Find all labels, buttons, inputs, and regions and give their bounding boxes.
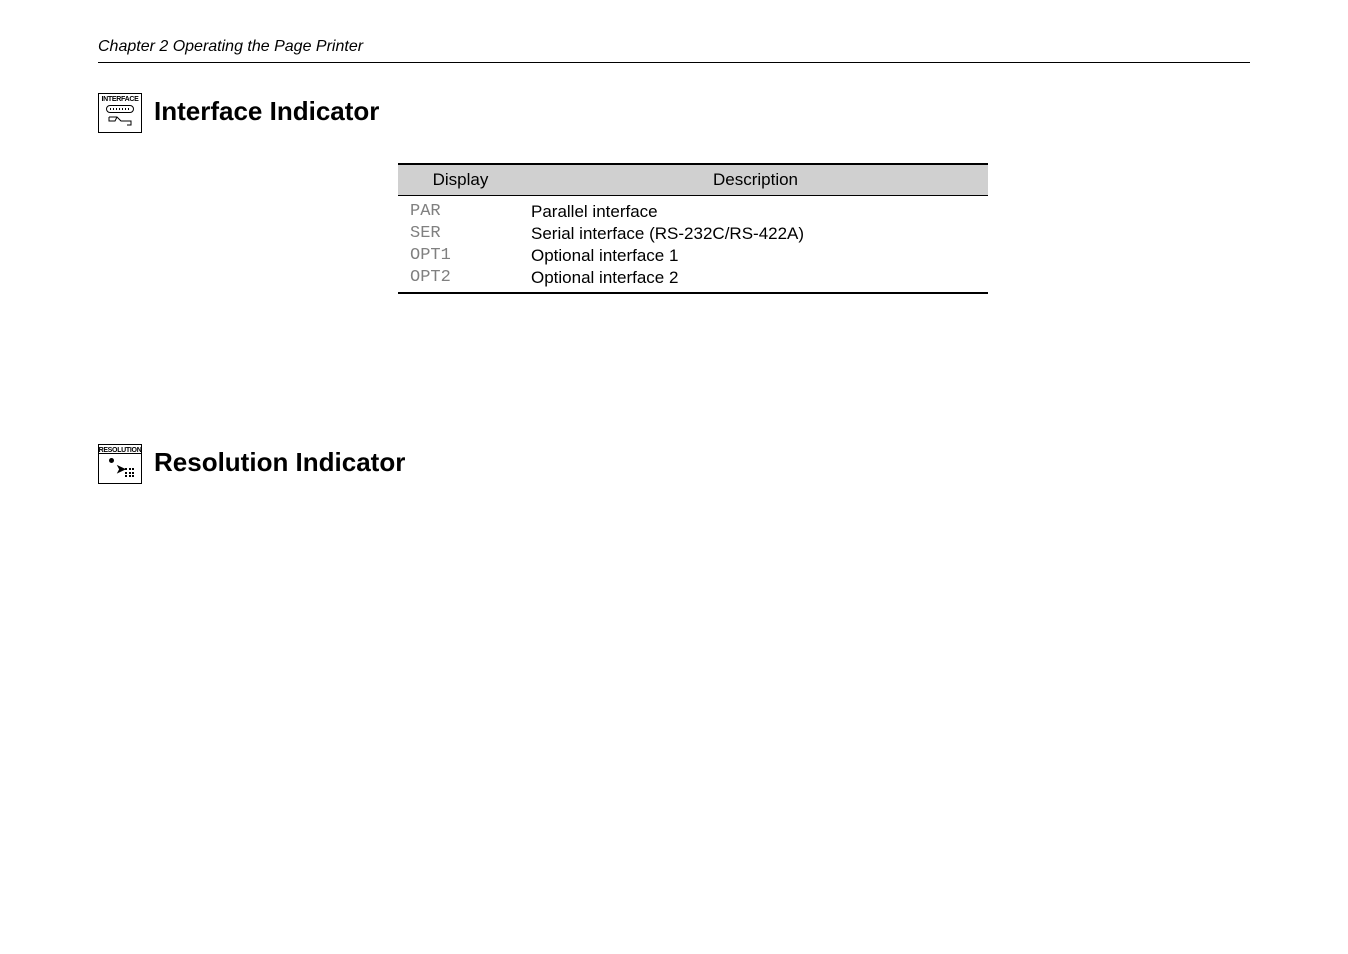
table-cell-description: Serial interface (RS-232C/RS-422A) bbox=[523, 223, 988, 245]
resolution-graphic-icon: ➤ bbox=[105, 458, 135, 478]
table-cell-display: OPT2 bbox=[398, 267, 523, 293]
chapter-header: Chapter 2 Operating the Page Printer bbox=[98, 38, 1250, 56]
table-row: OPT2 Optional interface 2 bbox=[398, 267, 988, 293]
interface-cable-icon bbox=[107, 115, 133, 127]
interface-heading-row: INTERFACE Interface Indicator bbox=[98, 93, 1250, 133]
header-divider bbox=[98, 62, 1250, 63]
interface-connector-icon bbox=[106, 105, 134, 113]
table-cell-display: OPT1 bbox=[398, 245, 523, 267]
table-header-row: Display Description bbox=[398, 164, 988, 196]
interface-table-container: Display Description PAR Parallel interfa… bbox=[398, 163, 1250, 294]
resolution-icon-label: RESOLUTION bbox=[99, 447, 142, 454]
table-row: PAR Parallel interface bbox=[398, 196, 988, 224]
interface-icon-label: INTERFACE bbox=[102, 96, 139, 103]
resolution-section-title: Resolution Indicator bbox=[154, 447, 405, 478]
table-cell-description: Parallel interface bbox=[523, 196, 988, 224]
table-cell-description: Optional interface 2 bbox=[523, 267, 988, 293]
resolution-section: RESOLUTION ➤ Resolution Indicator bbox=[98, 444, 1250, 484]
resolution-heading-row: RESOLUTION ➤ Resolution Indicator bbox=[98, 444, 1250, 484]
table-header-description: Description bbox=[523, 164, 988, 196]
table-row: SER Serial interface (RS-232C/RS-422A) bbox=[398, 223, 988, 245]
interface-icon: INTERFACE bbox=[98, 93, 142, 133]
interface-table: Display Description PAR Parallel interfa… bbox=[398, 163, 988, 294]
interface-section: INTERFACE Interface Indicator Display De… bbox=[98, 93, 1250, 294]
table-cell-display: SER bbox=[398, 223, 523, 245]
table-cell-display: PAR bbox=[398, 196, 523, 224]
resolution-icon: RESOLUTION ➤ bbox=[98, 444, 142, 484]
table-row: OPT1 Optional interface 1 bbox=[398, 245, 988, 267]
table-header-display: Display bbox=[398, 164, 523, 196]
interface-section-title: Interface Indicator bbox=[154, 96, 379, 127]
table-cell-description: Optional interface 1 bbox=[523, 245, 988, 267]
